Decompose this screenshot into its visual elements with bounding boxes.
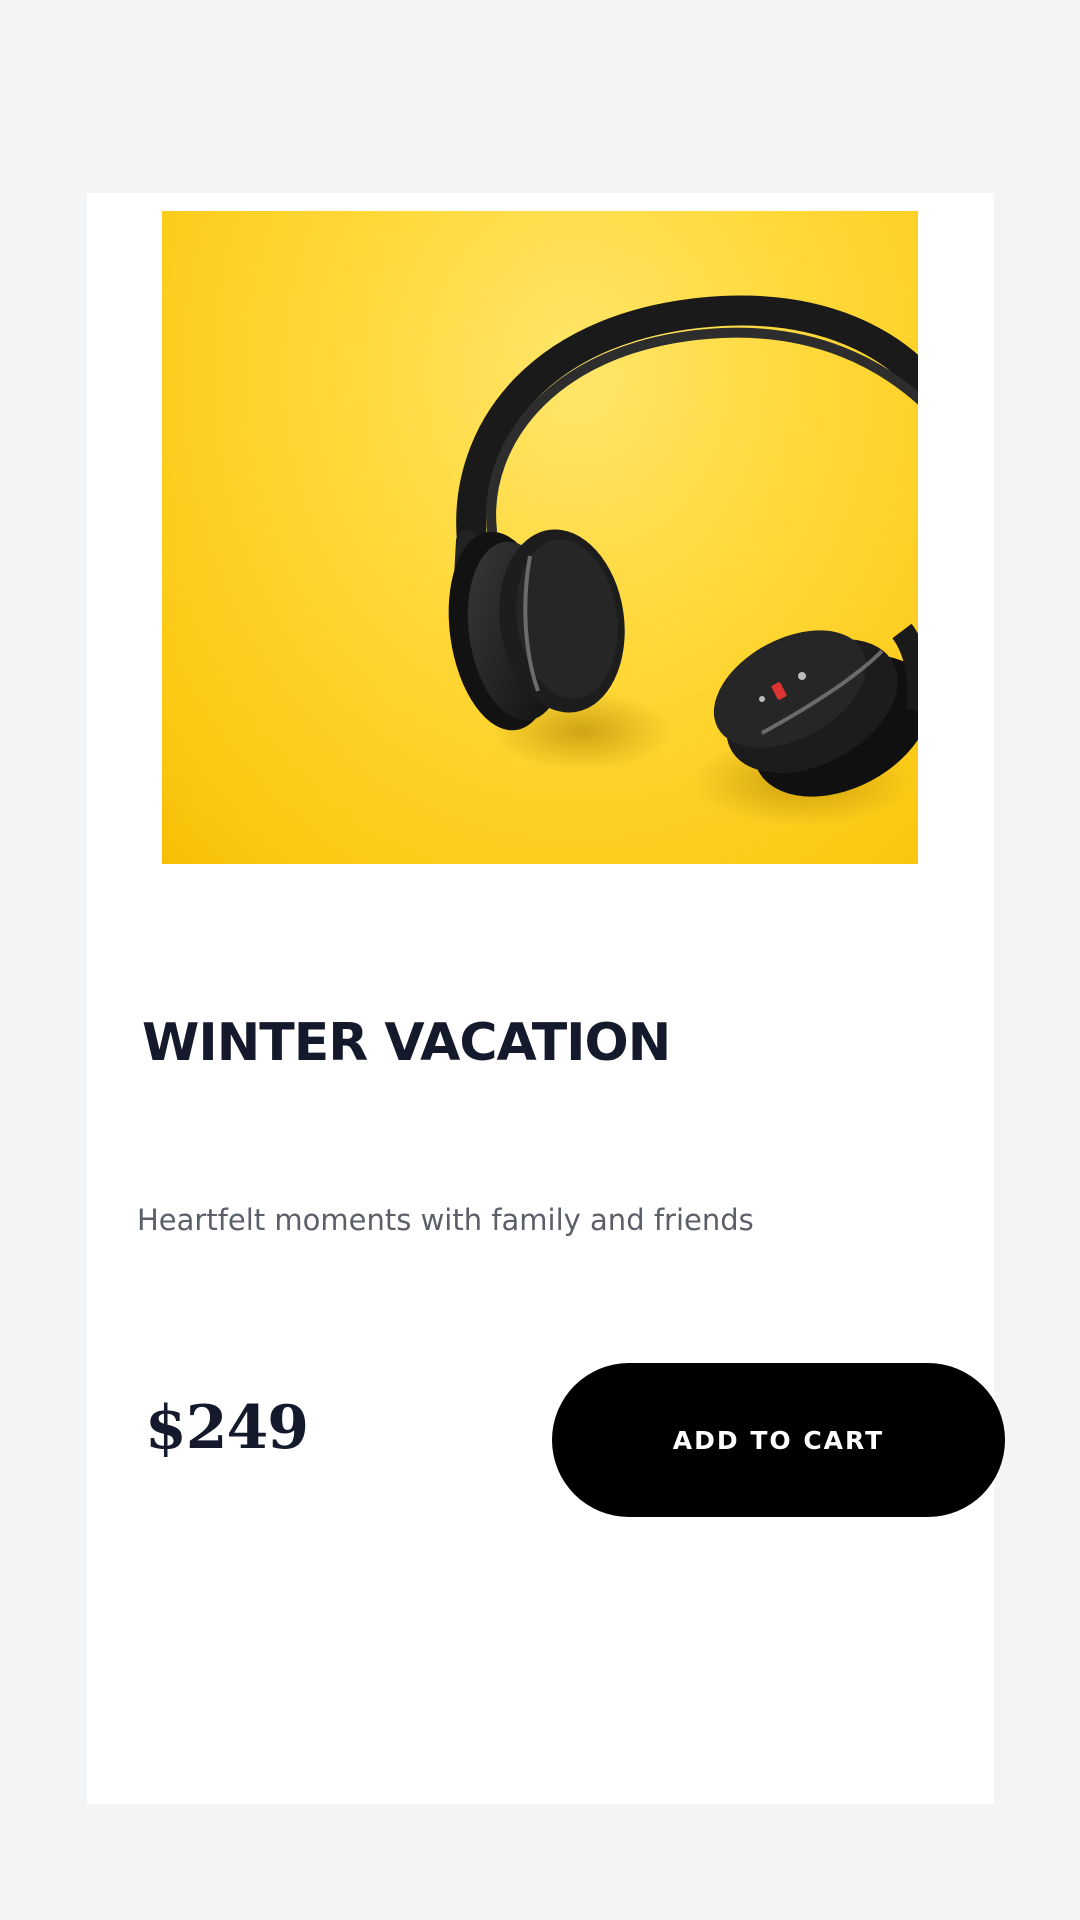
add-to-cart-button[interactable]: ADD TO CART [552,1363,1005,1517]
product-card: WINTER VACATION Heartfelt moments with f… [87,193,1005,1804]
product-title: WINTER VACATION [142,1013,671,1073]
product-price: $249 [145,1393,309,1463]
headphones-icon [448,295,918,826]
product-description: Heartfelt moments with family and friend… [137,1203,754,1237]
product-image[interactable] [162,211,918,864]
